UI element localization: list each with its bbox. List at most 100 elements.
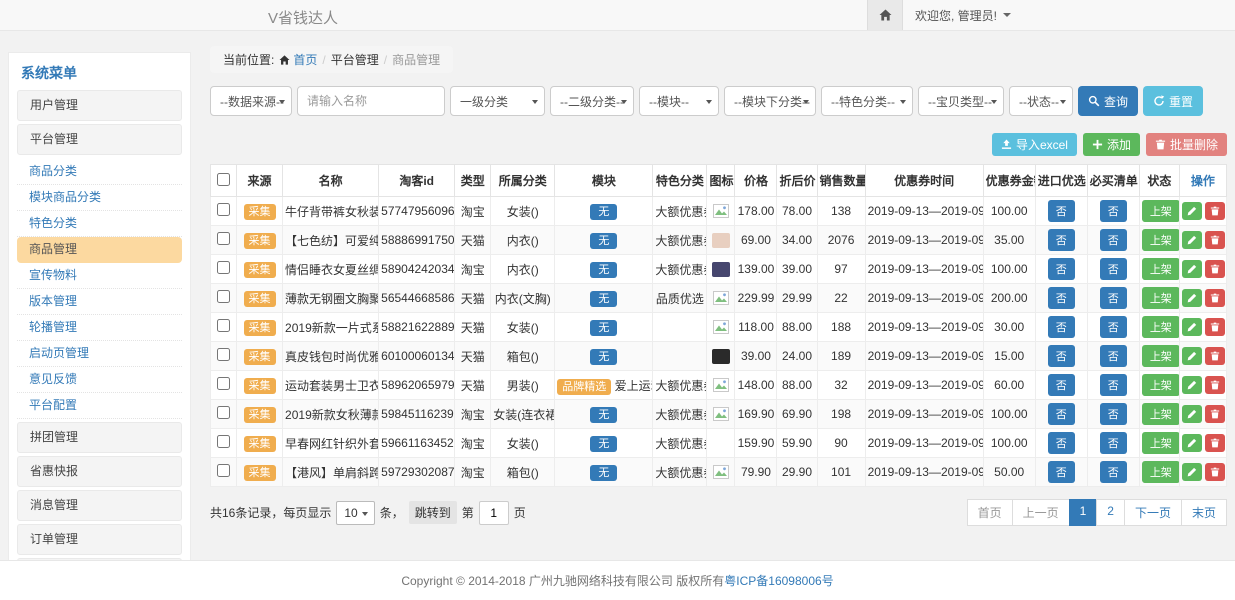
user-menu[interactable]: 欢迎您, 管理员! <box>915 0 1011 30</box>
must-buy-toggle[interactable]: 否 <box>1100 403 1127 425</box>
delete-button[interactable] <box>1205 434 1225 452</box>
must-buy-toggle[interactable]: 否 <box>1100 432 1127 454</box>
level1-category-select[interactable]: 一级分类 <box>450 86 545 116</box>
import-select-toggle[interactable]: 否 <box>1048 461 1075 483</box>
row-checkbox[interactable] <box>217 348 230 361</box>
next-page-button[interactable]: 下一页 <box>1124 499 1182 526</box>
must-buy-toggle[interactable]: 否 <box>1100 316 1127 338</box>
select-all-checkbox[interactable] <box>217 173 230 186</box>
status-button[interactable]: 上架 <box>1142 200 1180 222</box>
import-select-toggle[interactable]: 否 <box>1048 200 1075 222</box>
must-buy-toggle[interactable]: 否 <box>1100 287 1127 309</box>
status-button[interactable]: 上架 <box>1142 316 1180 338</box>
sidebar-item-feedback[interactable]: 意见反馈 <box>17 367 182 393</box>
sidebar-item-feature-category[interactable]: 特色分类 <box>17 211 182 237</box>
breadcrumb-home-link[interactable]: 首页 <box>279 51 317 68</box>
sidebar-item-platform-config[interactable]: 平台配置 <box>17 393 182 419</box>
edit-button[interactable] <box>1182 463 1202 481</box>
sidebar-item-message-management[interactable]: 消息管理 <box>17 490 182 521</box>
delete-button[interactable] <box>1205 405 1225 423</box>
item-type-select[interactable]: --宝贝类型-- <box>918 86 1004 116</box>
sidebar-item-version-management[interactable]: 版本管理 <box>17 289 182 315</box>
delete-button[interactable] <box>1205 376 1225 394</box>
sidebar-item-goods-management[interactable]: 商品管理 <box>17 237 182 263</box>
query-button[interactable]: 查询 <box>1078 86 1138 116</box>
must-buy-toggle[interactable]: 否 <box>1100 200 1127 222</box>
prev-page-button[interactable]: 上一页 <box>1012 499 1070 526</box>
page-1-button[interactable]: 1 <box>1069 499 1098 526</box>
name-filter-input[interactable] <box>297 86 445 116</box>
sidebar-item-promo-materials[interactable]: 宣传物料 <box>17 263 182 289</box>
import-select-toggle[interactable]: 否 <box>1048 316 1075 338</box>
import-select-toggle[interactable]: 否 <box>1048 229 1075 251</box>
import-select-toggle[interactable]: 否 <box>1048 403 1075 425</box>
row-checkbox[interactable] <box>217 377 230 390</box>
feature-category-select[interactable]: --特色分类-- <box>821 86 913 116</box>
home-button[interactable] <box>867 0 903 30</box>
import-select-toggle[interactable]: 否 <box>1048 374 1075 396</box>
delete-button[interactable] <box>1205 347 1225 365</box>
module-select[interactable]: --模块-- <box>639 86 719 116</box>
level2-category-select[interactable]: --二级分类-- <box>550 86 634 116</box>
delete-button[interactable] <box>1205 289 1225 307</box>
status-button[interactable]: 上架 <box>1142 345 1180 367</box>
sidebar-item-carousel-management[interactable]: 轮播管理 <box>17 315 182 341</box>
edit-button[interactable] <box>1182 231 1202 249</box>
edit-button[interactable] <box>1182 376 1202 394</box>
edit-button[interactable] <box>1182 434 1202 452</box>
first-page-button[interactable]: 首页 <box>967 499 1013 526</box>
batch-delete-button[interactable]: 批量删除 <box>1146 133 1227 156</box>
reset-button[interactable]: 重置 <box>1143 86 1203 116</box>
edit-button[interactable] <box>1182 405 1202 423</box>
module-subcategory-select[interactable]: --模块下分类-- <box>724 86 816 116</box>
import-select-toggle[interactable]: 否 <box>1048 258 1075 280</box>
status-button[interactable]: 上架 <box>1142 258 1180 280</box>
status-select[interactable]: --状态-- <box>1009 86 1073 116</box>
edit-button[interactable] <box>1182 202 1202 220</box>
sidebar-item-order-management[interactable]: 订单管理 <box>17 524 182 555</box>
edit-button[interactable] <box>1182 260 1202 278</box>
edit-button[interactable] <box>1182 318 1202 336</box>
status-button[interactable]: 上架 <box>1142 229 1180 251</box>
row-checkbox[interactable] <box>217 464 230 477</box>
must-buy-toggle[interactable]: 否 <box>1100 229 1127 251</box>
must-buy-toggle[interactable]: 否 <box>1100 258 1127 280</box>
sidebar-item-platform-management[interactable]: 平台管理 <box>17 124 182 155</box>
must-buy-toggle[interactable]: 否 <box>1100 461 1127 483</box>
row-checkbox[interactable] <box>217 203 230 216</box>
row-checkbox[interactable] <box>217 290 230 303</box>
delete-button[interactable] <box>1205 231 1225 249</box>
import-excel-button[interactable]: 导入excel <box>992 133 1077 156</box>
must-buy-toggle[interactable]: 否 <box>1100 345 1127 367</box>
jump-button[interactable]: 跳转到 <box>409 501 457 524</box>
sidebar-item-user-management[interactable]: 用户管理 <box>17 90 182 121</box>
status-button[interactable]: 上架 <box>1142 374 1180 396</box>
import-select-toggle[interactable]: 否 <box>1048 432 1075 454</box>
per-page-select[interactable]: 10 <box>336 501 374 525</box>
last-page-button[interactable]: 末页 <box>1181 499 1227 526</box>
row-checkbox[interactable] <box>217 261 230 274</box>
delete-button[interactable] <box>1205 463 1225 481</box>
status-button[interactable]: 上架 <box>1142 432 1180 454</box>
page-2-button[interactable]: 2 <box>1096 499 1125 526</box>
row-checkbox[interactable] <box>217 435 230 448</box>
data-source-select[interactable]: --数据来源-- <box>210 86 292 116</box>
status-button[interactable]: 上架 <box>1142 461 1180 483</box>
status-button[interactable]: 上架 <box>1142 287 1180 309</box>
import-select-toggle[interactable]: 否 <box>1048 287 1075 309</box>
delete-button[interactable] <box>1205 318 1225 336</box>
must-buy-toggle[interactable]: 否 <box>1100 374 1127 396</box>
sidebar-item-groupbuy-management[interactable]: 拼团管理 <box>17 422 182 453</box>
icp-link[interactable]: 粤ICP备16098006号 <box>724 574 833 588</box>
sidebar-item-discount-express[interactable]: 省惠快报 <box>17 456 182 487</box>
edit-button[interactable] <box>1182 289 1202 307</box>
edit-button[interactable] <box>1182 347 1202 365</box>
row-checkbox[interactable] <box>217 319 230 332</box>
import-select-toggle[interactable]: 否 <box>1048 345 1075 367</box>
sidebar-item-goods-category[interactable]: 商品分类 <box>17 159 182 185</box>
sidebar-item-module-goods-category[interactable]: 模块商品分类 <box>17 185 182 211</box>
delete-button[interactable] <box>1205 260 1225 278</box>
page-number-input[interactable] <box>479 501 509 525</box>
delete-button[interactable] <box>1205 202 1225 220</box>
status-button[interactable]: 上架 <box>1142 403 1180 425</box>
